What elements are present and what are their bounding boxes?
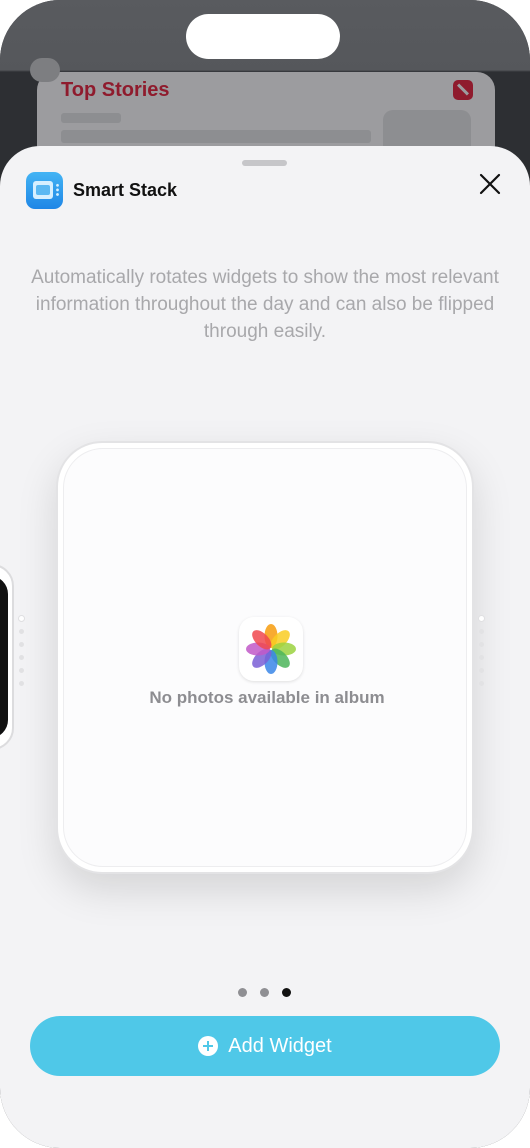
sheet-title: Smart Stack [73, 180, 178, 200]
page-control[interactable] [238, 988, 291, 997]
page-dot-1[interactable] [238, 988, 247, 997]
stack-indicator-dot [479, 629, 484, 634]
stack-indicator-left [19, 616, 25, 694]
photos-widget: No photos available in album [63, 448, 467, 867]
stack-indicator-dot [19, 616, 24, 621]
remove-widget-badge [30, 58, 60, 82]
stack-indicator-dot [19, 629, 24, 634]
widget-gallery-sheet: Smart Stack Automatically rotates widget… [0, 146, 530, 1148]
phone-screen: Top Stories Smart Stack Automatically ro… [0, 0, 530, 1148]
stack-indicator-dot [479, 616, 484, 621]
close-button[interactable] [476, 170, 504, 198]
stack-indicator-dot [479, 681, 484, 686]
smart-stack-widget-preview[interactable]: No photos available in album [56, 441, 474, 874]
smart-stack-icon [26, 172, 63, 209]
sheet-grabber[interactable] [242, 160, 287, 166]
dynamic-island [186, 14, 340, 59]
photos-icon [239, 617, 303, 681]
previous-widget-preview[interactable] [0, 564, 14, 750]
stack-indicator-dot [19, 642, 24, 647]
stack-indicator-dot [479, 668, 484, 673]
stack-indicator-dot [479, 655, 484, 660]
close-icon [479, 173, 501, 195]
background-widget-title: Top Stories [61, 79, 170, 101]
page-dot-2[interactable] [260, 988, 269, 997]
news-icon [453, 80, 473, 100]
add-widget-button[interactable]: Add Widget [30, 1016, 500, 1076]
plus-circle-icon [198, 1036, 219, 1056]
add-widget-label: Add Widget [228, 1034, 332, 1057]
stack-indicator-dot [479, 642, 484, 647]
stack-indicator-dot [19, 668, 24, 673]
page-dot-3[interactable] [282, 988, 291, 997]
sheet-description: Automatically rotates widgets to show th… [31, 267, 499, 342]
empty-album-message: No photos available in album [149, 688, 385, 707]
stack-indicator-dot [19, 655, 24, 660]
placeholder-line [61, 130, 371, 143]
stack-indicator-right [479, 616, 485, 694]
stack-indicator-dot [19, 681, 24, 686]
placeholder-line [61, 113, 121, 123]
